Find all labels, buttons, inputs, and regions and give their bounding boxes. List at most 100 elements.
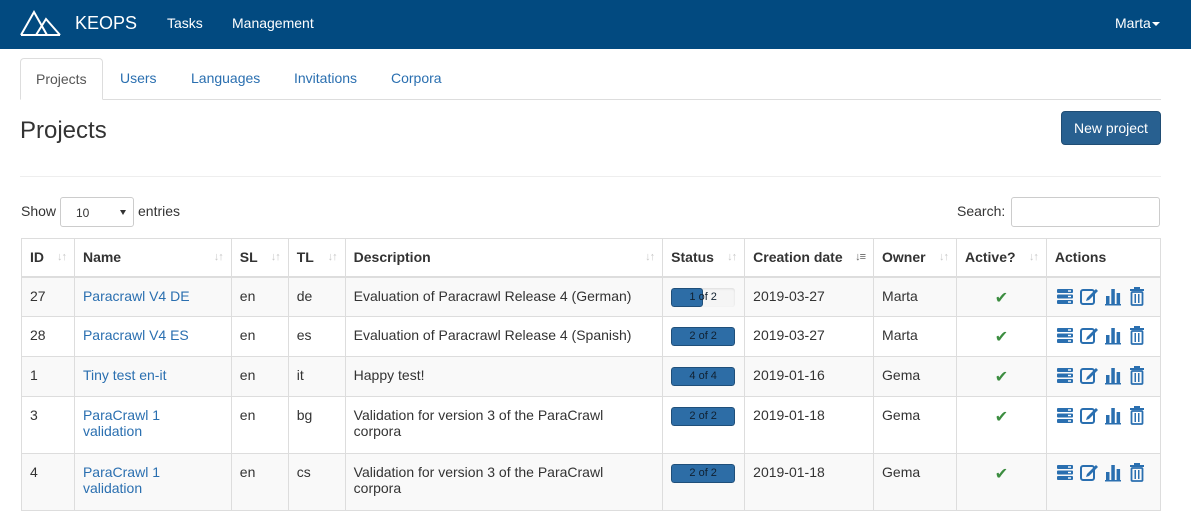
cell-actions [1045, 453, 1162, 511]
page-title: Projects [20, 117, 107, 144]
sort-icon: ↓↑ [56, 251, 67, 263]
brand-name[interactable]: KEOPS [75, 13, 137, 34]
stats-icon[interactable] [1103, 365, 1123, 385]
cell-sl: en [230, 276, 289, 317]
new-project-button[interactable]: New project [1061, 111, 1161, 145]
tab-invitations[interactable]: Invitations [279, 58, 372, 100]
search-input[interactable] [1011, 197, 1160, 227]
management-tabs: Projects Users Languages Invitations Cor… [20, 58, 1161, 100]
row-actions [1055, 325, 1152, 345]
cell-creation-date: 2019-01-18 [744, 453, 875, 511]
status-text: 2 of 2 [689, 410, 717, 422]
col-header-sl[interactable]: SL ↓↑ [230, 238, 289, 278]
nav-tasks[interactable]: Tasks [167, 15, 203, 31]
trash-icon[interactable] [1127, 286, 1147, 306]
edit-icon[interactable] [1079, 462, 1099, 482]
keops-logo-icon[interactable] [20, 9, 62, 37]
project-name-link[interactable]: Paracrawl V4 ES [83, 327, 189, 343]
tasks-icon[interactable] [1055, 365, 1075, 385]
table-body: 27 Paracrawl V4 DE en de Evaluation of Parac… [21, 276, 1162, 511]
sort-desc-icon: ↓≡ [855, 251, 866, 263]
table-row: 4 ParaCrawl 1 validation en cs Validation fo… [21, 453, 1162, 511]
edit-icon[interactable] [1079, 286, 1099, 306]
row-actions [1055, 405, 1152, 425]
stats-icon[interactable] [1103, 462, 1123, 482]
user-name: Marta [1115, 15, 1151, 31]
col-header-id[interactable]: ID ↓↑ [21, 238, 75, 278]
project-name-link[interactable]: Tiny test en-it [83, 367, 167, 383]
sort-icon: ↓↑ [1028, 251, 1039, 263]
tasks-icon[interactable] [1055, 462, 1075, 482]
cell-status: 4 of 4 [662, 356, 746, 397]
col-header-owner[interactable]: Owner ↓↑ [873, 238, 957, 278]
entries-select[interactable]: 10 [60, 197, 134, 227]
tasks-icon[interactable] [1055, 325, 1075, 345]
cell-active: ✔ [955, 276, 1047, 317]
cell-name: Paracrawl V4 ES [73, 316, 232, 357]
col-header-tl[interactable]: TL ↓↑ [287, 238, 346, 278]
tab-languages[interactable]: Languages [176, 58, 275, 100]
cell-name: ParaCrawl 1 validation [73, 453, 232, 511]
tasks-icon[interactable] [1055, 405, 1075, 425]
table-row: 1 Tiny test en-it en it Happy test! 4 of 4 201… [21, 356, 1162, 397]
stats-icon[interactable] [1103, 286, 1123, 306]
cell-description: Validation for version 3 of the ParaCraw… [344, 453, 664, 511]
tab-corpora[interactable]: Corpora [376, 58, 457, 100]
project-name-link[interactable]: ParaCrawl 1 validation [83, 464, 160, 496]
cell-owner: Gema [873, 396, 957, 454]
tasks-icon[interactable] [1055, 286, 1075, 306]
cell-description: Happy test! [344, 356, 664, 397]
cell-name: ParaCrawl 1 validation [73, 396, 232, 454]
trash-icon[interactable] [1127, 365, 1147, 385]
col-header-status[interactable]: Status ↓↑ [662, 238, 746, 278]
sort-icon: ↓↑ [213, 251, 224, 263]
cell-creation-date: 2019-03-27 [744, 316, 875, 357]
status-text: 1 of 2 [689, 290, 717, 303]
status-progress-bar: 2 of 2 [671, 407, 736, 426]
col-header-description[interactable]: Description ↓↑ [344, 238, 664, 278]
cell-name: Paracrawl V4 DE [73, 276, 232, 317]
col-header-name[interactable]: Name ↓↑ [73, 238, 232, 278]
cell-sl: en [230, 316, 289, 357]
col-header-creation-date[interactable]: Creation date ↓≡ [744, 238, 875, 278]
edit-icon[interactable] [1079, 365, 1099, 385]
cell-status: 2 of 2 [662, 453, 746, 511]
status-progress-bar: 2 of 2 [671, 327, 736, 346]
caret-down-icon [1151, 22, 1160, 27]
nav-management[interactable]: Management [232, 15, 314, 31]
cell-creation-date: 2019-01-18 [744, 396, 875, 454]
sort-icon: ↓↑ [938, 251, 949, 263]
cell-owner: Marta [873, 276, 957, 317]
stats-icon[interactable] [1103, 325, 1123, 345]
cell-tl: it [287, 356, 346, 397]
table-header-row: ID ↓↑ Name ↓↑ SL ↓↑ TL ↓↑ Description ↓↑ Stat… [21, 238, 1162, 278]
cell-id: 28 [21, 316, 75, 357]
row-actions [1055, 462, 1152, 482]
trash-icon[interactable] [1127, 462, 1147, 482]
cell-owner: Gema [873, 356, 957, 397]
cell-id: 3 [21, 396, 75, 454]
tab-users[interactable]: Users [105, 58, 172, 100]
edit-icon[interactable] [1079, 405, 1099, 425]
project-name-link[interactable]: ParaCrawl 1 validation [83, 407, 160, 439]
cell-actions [1045, 396, 1162, 454]
project-name-link[interactable]: Paracrawl V4 DE [83, 288, 190, 304]
search-label: Search: [957, 203, 1006, 219]
entries-value: 10 [76, 206, 90, 220]
edit-icon[interactable] [1079, 325, 1099, 345]
trash-icon[interactable] [1127, 325, 1147, 345]
cell-tl: cs [287, 453, 346, 511]
stats-icon[interactable] [1103, 405, 1123, 425]
cell-description: Evaluation of Paracrawl Release 4 (Germa… [344, 276, 664, 317]
status-text: 2 of 2 [689, 330, 717, 342]
cell-actions [1045, 276, 1162, 317]
col-header-active[interactable]: Active? ↓↑ [955, 238, 1047, 278]
cell-description: Evaluation of Paracrawl Release 4 (Spani… [344, 316, 664, 357]
trash-icon[interactable] [1127, 405, 1147, 425]
tab-projects[interactable]: Projects [20, 58, 103, 100]
sort-icon: ↓↑ [327, 251, 338, 263]
check-icon: ✔ [994, 369, 1009, 386]
cell-actions [1045, 356, 1162, 397]
entries-label: entries [138, 203, 181, 219]
user-menu[interactable]: Marta [1115, 15, 1160, 31]
